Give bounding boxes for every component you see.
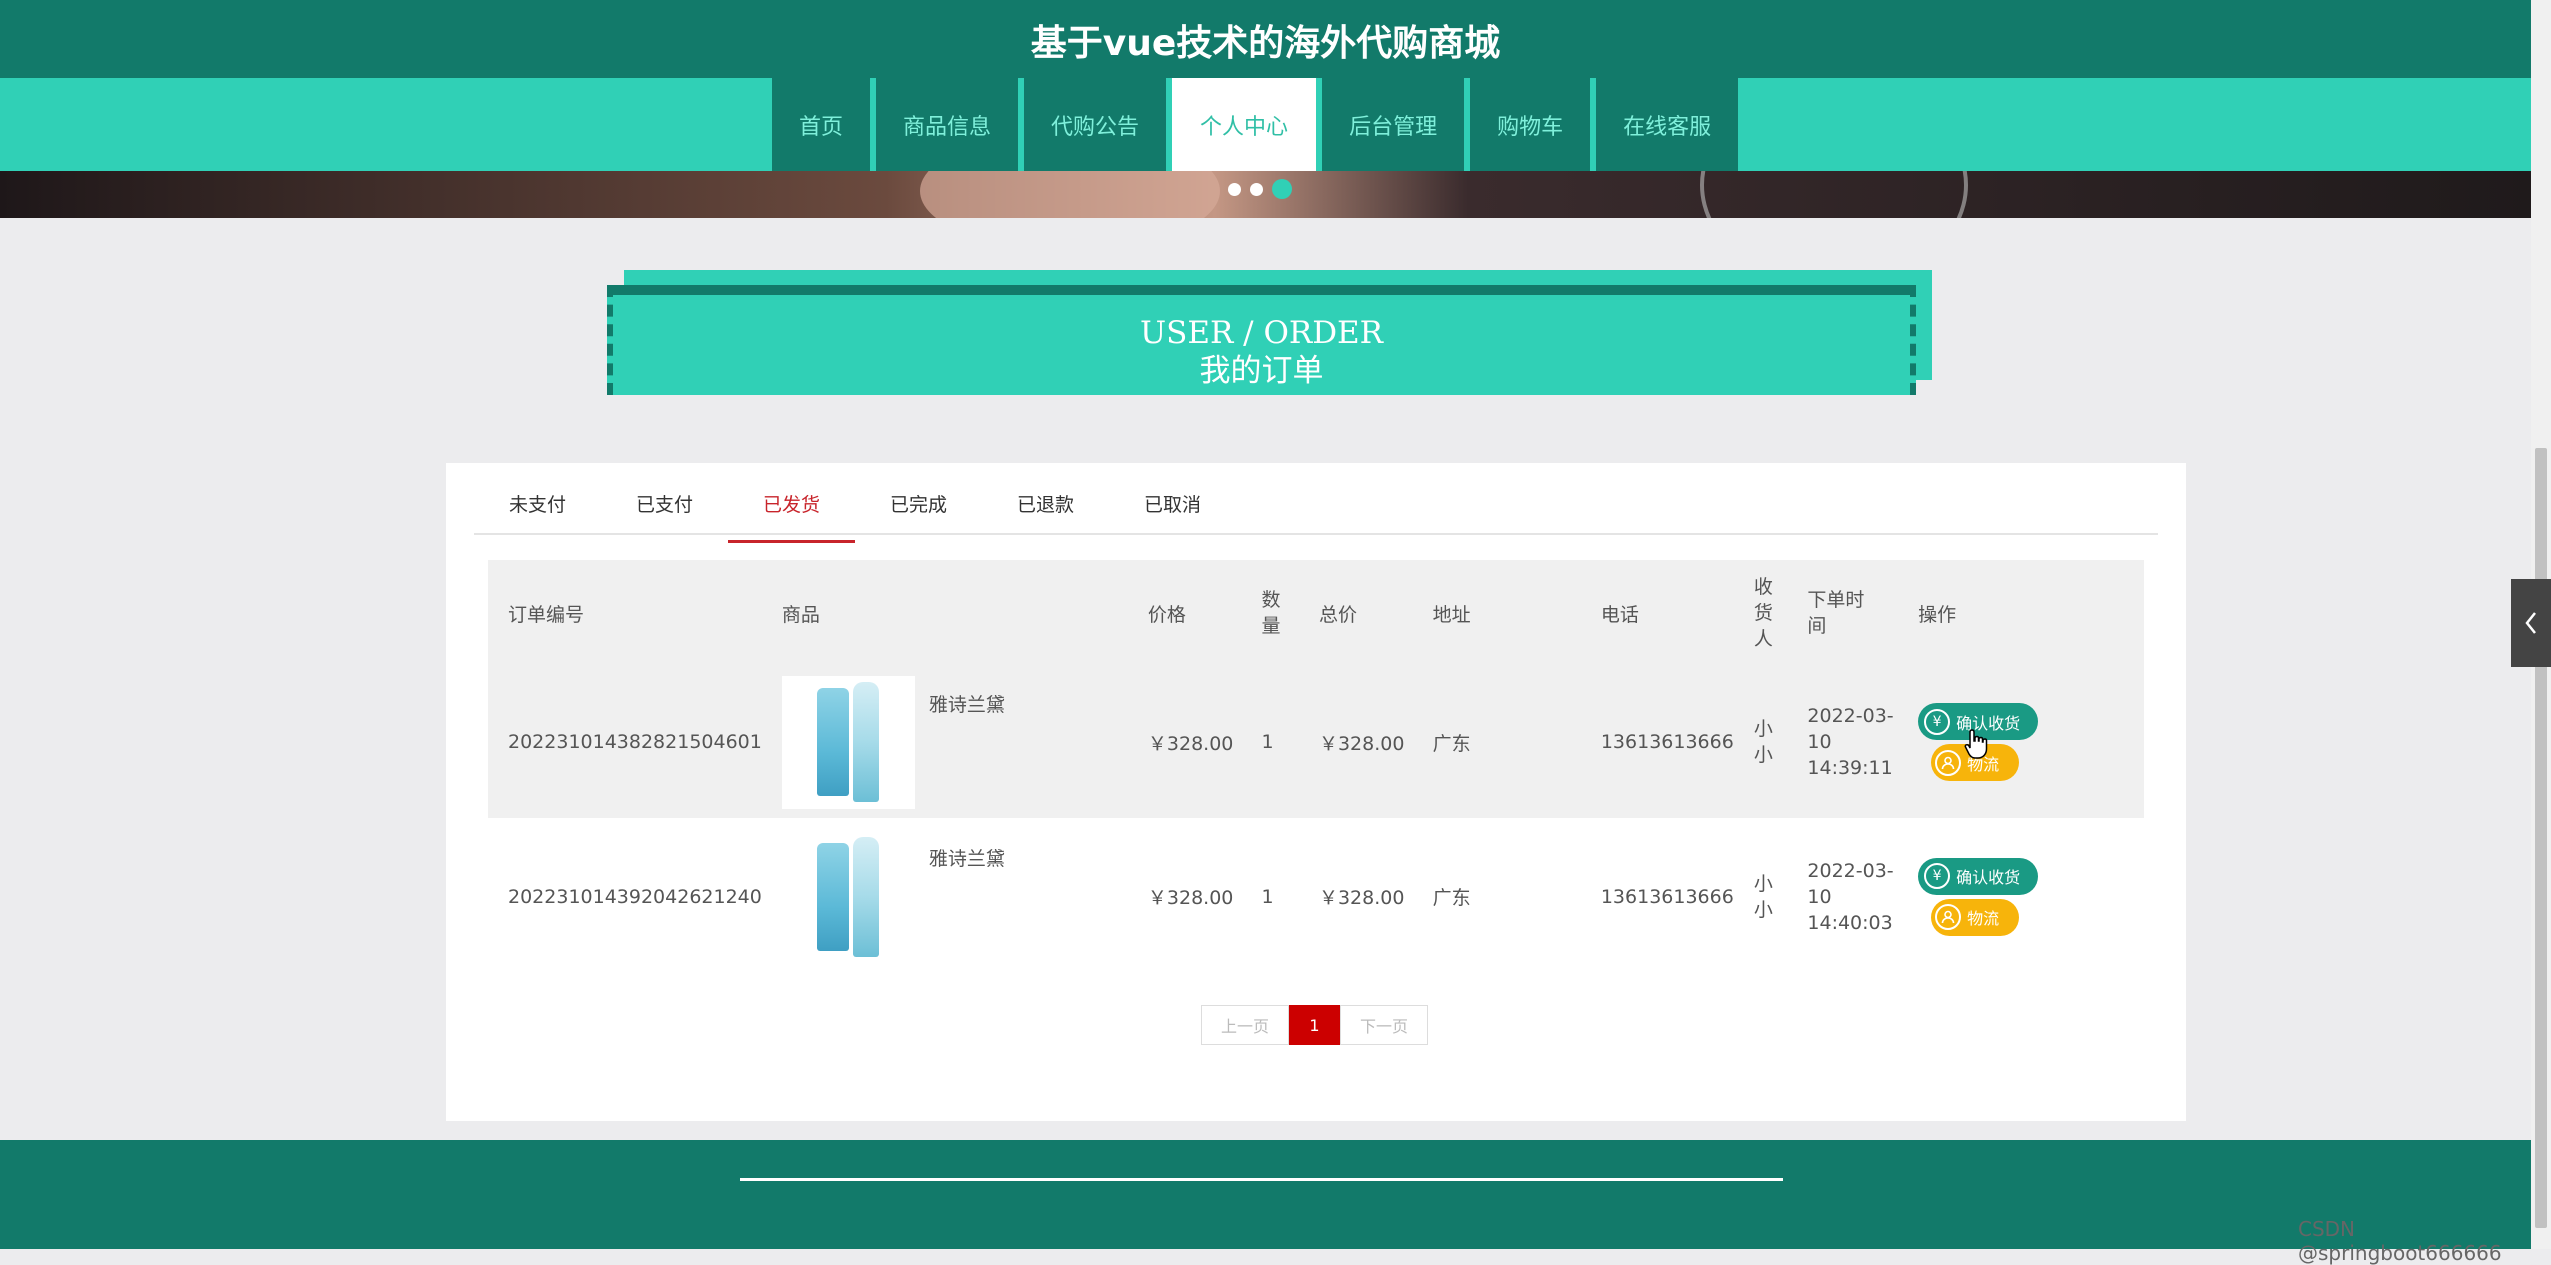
tab-refunded[interactable]: 已退款 (982, 487, 1109, 533)
header-receiver: 收货人 (1743, 560, 1798, 666)
next-page-button[interactable]: 下一页 (1340, 1005, 1428, 1045)
product-name[interactable]: 雅诗兰黛 (929, 690, 1005, 717)
nav-item-support[interactable]: 在线客服 (1596, 78, 1739, 171)
phone: 13613613666 (1590, 666, 1744, 818)
section-title-en: USER / ORDER (1139, 315, 1384, 351)
header-address: 地址 (1422, 560, 1591, 666)
product-image[interactable] (781, 830, 915, 963)
carousel-dot-2[interactable] (1250, 182, 1263, 196)
phone: 13613613666 (1590, 818, 1744, 975)
logistics-label: 物流 (1967, 909, 2000, 928)
header-order-no: 订单编号 (488, 560, 772, 666)
site-header: 基于vue技术的海外代购商城 (0, 0, 2531, 78)
total-price: ￥328.00 (1308, 818, 1423, 975)
order-status-tabs: 未支付 已支付 已发货 已完成 已退款 已取消 (474, 487, 2158, 543)
logistics-button[interactable]: 物流 (1931, 898, 2020, 936)
tab-completed[interactable]: 已完成 (855, 487, 982, 533)
product-cell: 雅诗兰黛 (781, 830, 1128, 963)
page-number-button[interactable]: 1 (1289, 1005, 1340, 1045)
carousel-dots (1228, 179, 1292, 199)
quantity: 1 (1251, 666, 1309, 818)
header-qty: 数量 (1251, 560, 1309, 666)
price: ￥328.00 (1137, 818, 1252, 975)
user-icon (1935, 749, 1962, 776)
hand-pointer-icon (1963, 728, 1989, 764)
product-cell: 雅诗兰黛 (781, 675, 1128, 809)
carousel-dot-3[interactable] (1272, 179, 1292, 199)
carousel-dot-1[interactable] (1228, 182, 1241, 196)
product-bottle-image (853, 682, 880, 802)
nav-item-admin[interactable]: 后台管理 (1322, 78, 1465, 171)
site-title: 基于vue技术的海外代购商城 (1030, 23, 1501, 64)
address: 广东 (1422, 818, 1591, 975)
product-box-image (817, 842, 850, 951)
product-name[interactable]: 雅诗兰黛 (929, 844, 1005, 871)
table-header-row: 订单编号 商品 价格 数量 总价 地址 电话 收货人 下单时间 操作 (488, 560, 2144, 666)
nav-item-cart[interactable]: 购物车 (1470, 78, 1591, 171)
watermark: CSDN @springboot666666 (2298, 1217, 2502, 1265)
orders-table: 订单编号 商品 价格 数量 总价 地址 电话 收货人 下单时间 操作 20223… (488, 560, 2144, 975)
total-price: ￥328.00 (1308, 666, 1423, 818)
user-icon (1935, 904, 1962, 930)
header-actions: 操作 (1908, 560, 2144, 666)
header-phone: 电话 (1590, 560, 1744, 666)
table-row: 202231014392042621240 雅诗兰黛 ￥328.00 1 ￥32… (488, 818, 2144, 975)
banner-image (920, 171, 1220, 218)
pagination: 上一页 1 下一页 (1201, 1005, 1428, 1045)
quantity: 1 (1251, 818, 1309, 975)
confirm-receipt-label: 确认收货 (1956, 868, 2021, 887)
tab-shipped[interactable]: 已发货 (728, 487, 855, 543)
yen-icon: ¥ (1924, 708, 1951, 735)
address: 广东 (1422, 666, 1591, 818)
header-product: 商品 (771, 560, 1138, 666)
actions-cell: ¥ 确认收货 物流 (1908, 818, 2144, 975)
product-box-image (817, 688, 850, 796)
prev-page-button[interactable]: 上一页 (1201, 1005, 1289, 1045)
nav-item-user-center[interactable]: 个人中心 (1172, 78, 1317, 171)
tab-cancelled[interactable]: 已取消 (1109, 487, 1236, 533)
product-bottle-image (853, 836, 880, 957)
orders-panel: 未支付 已支付 已发货 已完成 已退款 已取消 订单编号 商品 价格 数量 总价… (446, 463, 2186, 1121)
header-order-time: 下单时间 (1797, 560, 1909, 666)
nav-item-announcements[interactable]: 代购公告 (1024, 78, 1167, 171)
order-no: 202231014382821504601 (488, 666, 772, 818)
main-nav: 首页 商品信息 代购公告 个人中心 后台管理 购物车 在线客服 (0, 78, 2531, 171)
yen-icon: ¥ (1924, 863, 1951, 889)
order-no: 202231014392042621240 (488, 818, 772, 975)
site-footer (0, 1140, 2531, 1249)
order-time: 2022-03-10 14:39:11 (1797, 666, 1909, 818)
tab-paid[interactable]: 已支付 (601, 487, 728, 533)
nav-item-products[interactable]: 商品信息 (876, 78, 1019, 171)
section-title-cn: 我的订单 (1199, 353, 1324, 389)
price: ￥328.00 (1137, 666, 1252, 818)
footer-divider (740, 1178, 1783, 1181)
chevron-left-icon (2525, 612, 2536, 634)
product-image[interactable] (781, 675, 915, 809)
receiver: 小小 (1743, 666, 1798, 818)
header-price: 价格 (1137, 560, 1252, 666)
side-panel-toggle[interactable] (2511, 579, 2551, 667)
section-title: USER / ORDER 我的订单 (607, 285, 1916, 395)
table-row: 202231014382821504601 雅诗兰黛 ￥328.00 1 ￥32… (488, 666, 2144, 818)
order-time: 2022-03-10 14:40:03 (1797, 818, 1909, 975)
banner-watch-image (1700, 171, 1968, 218)
confirm-receipt-button[interactable]: ¥ 确认收货 (1918, 857, 2039, 895)
receiver: 小小 (1743, 818, 1798, 975)
header-total: 总价 (1308, 560, 1423, 666)
nav-item-home[interactable]: 首页 (772, 78, 871, 171)
scrollbar-thumb[interactable] (2535, 448, 2547, 1228)
actions-cell: ¥ 确认收货 物流 (1908, 666, 2144, 818)
nav-menu: 首页 商品信息 代购公告 个人中心 后台管理 购物车 在线客服 (772, 78, 1739, 171)
tab-unpaid[interactable]: 未支付 (474, 487, 601, 533)
